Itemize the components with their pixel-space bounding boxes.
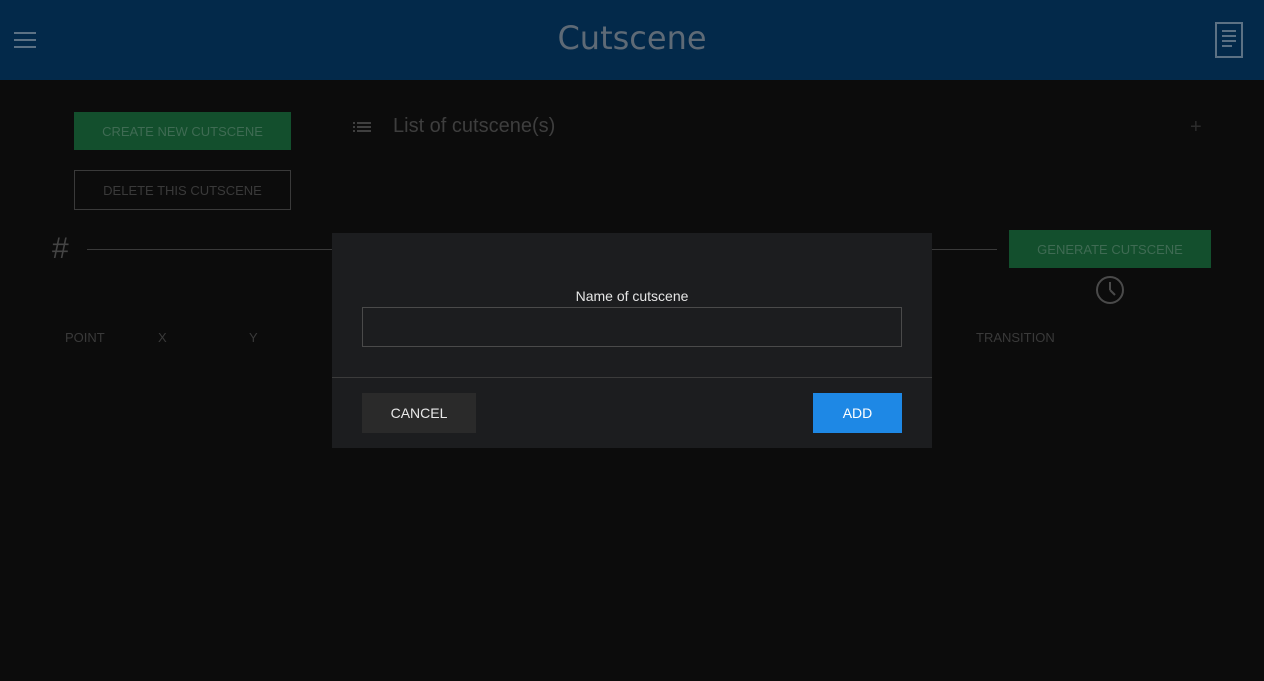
column-header-y: Y — [249, 330, 258, 345]
plus-icon[interactable]: + — [1190, 117, 1202, 137]
add-button[interactable]: ADD — [813, 393, 902, 433]
page-title: Cutscene — [557, 19, 707, 57]
add-cutscene-dialog: Name of cutscene CANCEL ADD — [332, 233, 932, 448]
document-icon[interactable] — [1215, 22, 1243, 58]
app-header: Cutscene — [0, 0, 1264, 80]
cutscene-list-title: List of cutscene(s) — [393, 115, 556, 137]
generate-cutscene-button[interactable]: GENERATE CUTSCENE — [1009, 230, 1211, 268]
dialog-divider — [332, 377, 932, 378]
hash-symbol: # — [52, 232, 69, 265]
cancel-button[interactable]: CANCEL — [362, 393, 476, 433]
delete-cutscene-button[interactable]: DELETE THIS CUTSCENE — [74, 170, 291, 210]
cutscene-name-label: Name of cutscene — [575, 288, 689, 304]
column-header-x: X — [158, 330, 167, 345]
column-header-transition: TRANSITION — [976, 330, 1055, 345]
column-header-point: POINT — [65, 330, 105, 345]
create-new-cutscene-button[interactable]: CREATE NEW CUTSCENE — [74, 112, 291, 150]
clock-icon[interactable] — [1095, 275, 1125, 305]
list-icon — [353, 121, 371, 133]
cutscene-name-input[interactable] — [362, 307, 902, 347]
